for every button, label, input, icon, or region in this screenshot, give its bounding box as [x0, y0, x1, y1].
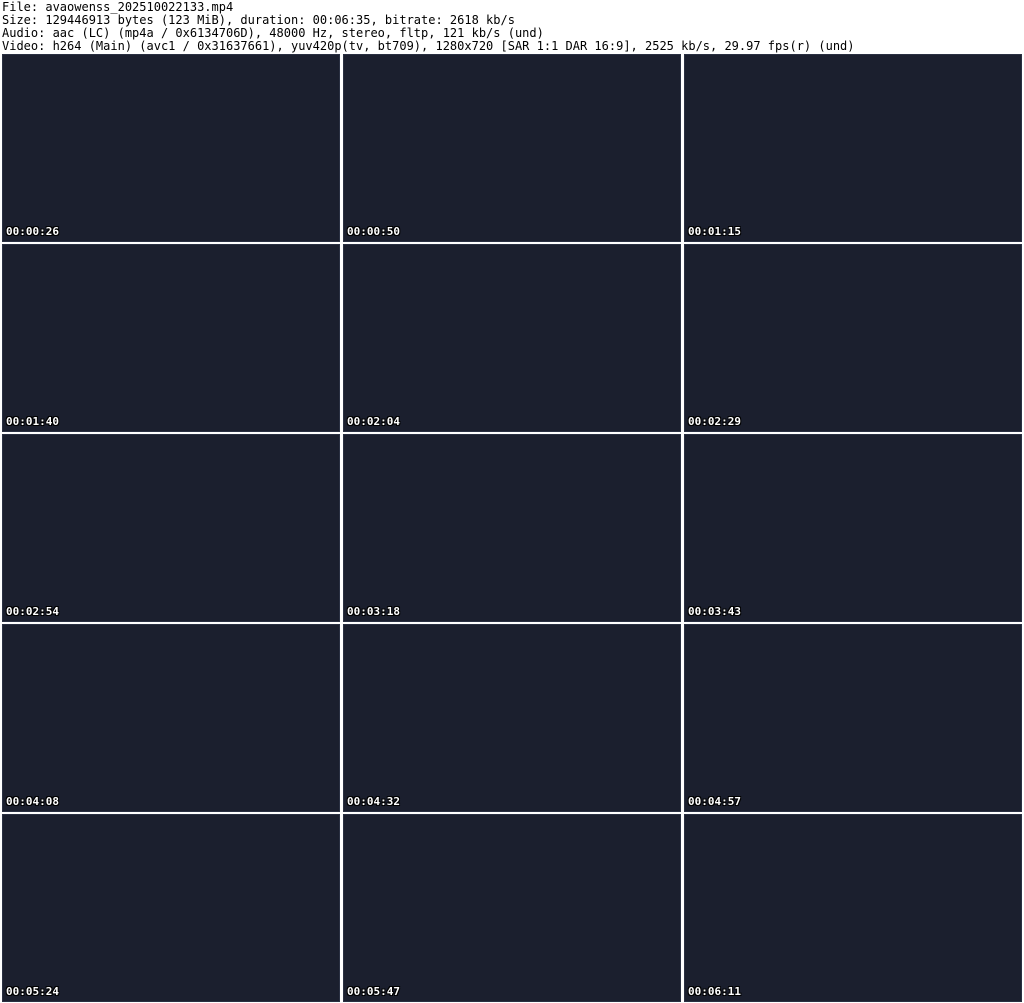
- thumbnail-frame: 00:02:54: [2, 434, 340, 622]
- thumbnail-frame: 00:02:04: [343, 244, 681, 432]
- frame-timestamp: 00:01:15: [688, 225, 741, 238]
- frame-timestamp: 00:05:24: [6, 985, 59, 998]
- file-size-line: Size: 129446913 bytes (123 MiB), duratio…: [2, 14, 515, 27]
- frame-timestamp: 00:04:57: [688, 795, 741, 808]
- thumbnail-frame: 00:03:43: [684, 434, 1022, 622]
- audio-info-line: Audio: aac (LC) (mp4a / 0x6134706D), 480…: [2, 27, 544, 40]
- thumbnail-frame: 00:04:32: [343, 624, 681, 812]
- thumbnail-frame: 00:06:11: [684, 814, 1022, 1002]
- thumbnail-frame: 00:03:18: [343, 434, 681, 622]
- file-name-line: File: avaowenss_202510022133.mp4: [2, 1, 234, 14]
- frame-timestamp: 00:05:47: [347, 985, 400, 998]
- thumbnail-frame: 00:00:26: [2, 54, 340, 242]
- thumbnail-frame: 00:04:57: [684, 624, 1022, 812]
- frame-timestamp: 00:00:50: [347, 225, 400, 238]
- thumbnail-frame: 00:05:47: [343, 814, 681, 1002]
- thumbnail-frame: 00:01:15: [684, 54, 1022, 242]
- frame-timestamp: 00:04:32: [347, 795, 400, 808]
- thumbnail-frame: 00:04:08: [2, 624, 340, 812]
- frame-timestamp: 00:02:54: [6, 605, 59, 618]
- frame-timestamp: 00:00:26: [6, 225, 59, 238]
- thumbnail-frame: 00:00:50: [343, 54, 681, 242]
- frame-timestamp: 00:02:04: [347, 415, 400, 428]
- thumbnail-frame: 00:02:29: [684, 244, 1022, 432]
- thumbnail-frame: 00:05:24: [2, 814, 340, 1002]
- thumbnail-frame: 00:01:40: [2, 244, 340, 432]
- frame-timestamp: 00:01:40: [6, 415, 59, 428]
- video-info-line: Video: h264 (Main) (avc1 / 0x31637661), …: [2, 40, 855, 53]
- frame-timestamp: 00:04:08: [6, 795, 59, 808]
- frame-timestamp: 00:06:11: [688, 985, 741, 998]
- thumbnail-grid: 00:00:26 00:00:50 00:01:15 00:01:40 00:02:04…: [2, 54, 1022, 1002]
- frame-timestamp: 00:03:43: [688, 605, 741, 618]
- metadata-header: File: avaowenss_202510022133.mp4 Size: 1…: [2, 1, 1022, 53]
- frame-timestamp: 00:03:18: [347, 605, 400, 618]
- frame-timestamp: 00:02:29: [688, 415, 741, 428]
